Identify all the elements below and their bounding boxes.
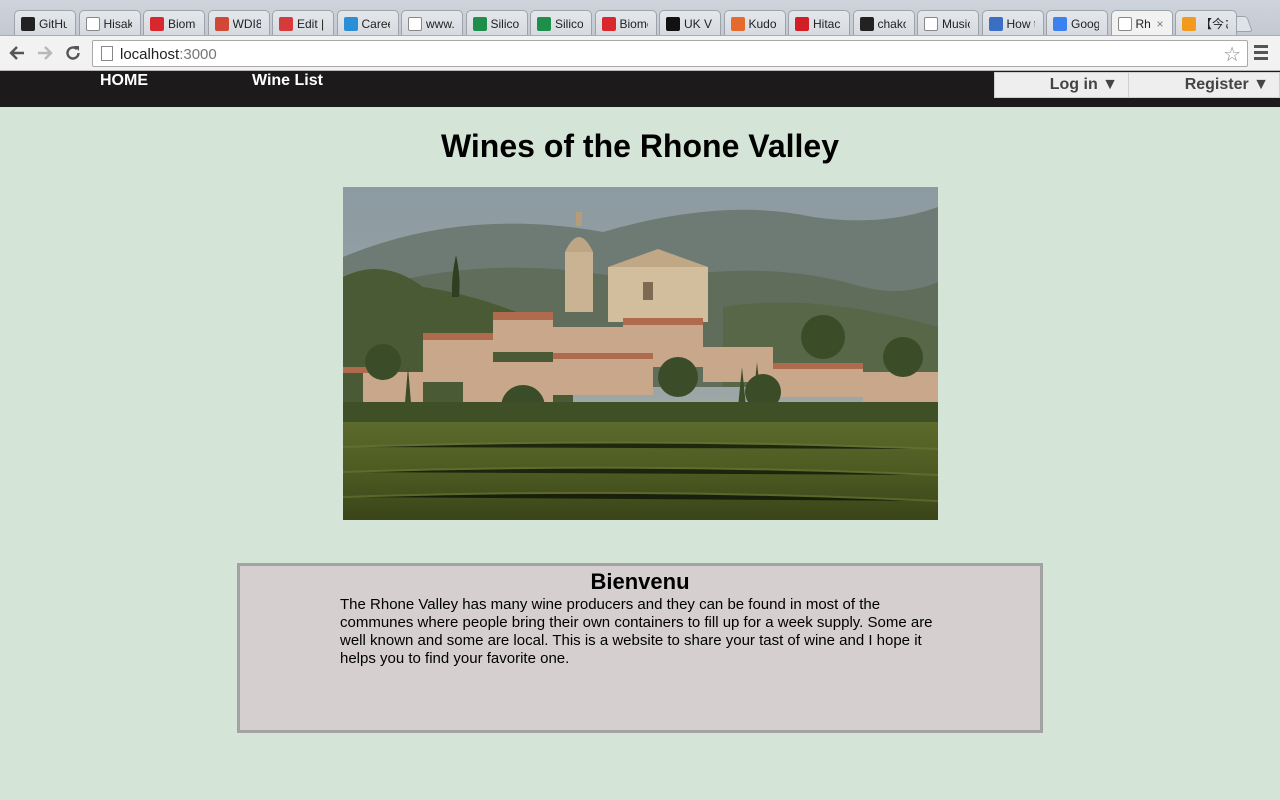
ukvi-icon — [666, 16, 680, 31]
browser-tab[interactable]: Rh × — [1110, 10, 1173, 35]
browser-tab[interactable]: Edit | — [272, 10, 334, 35]
page-icon — [924, 16, 938, 31]
browser-tab-label: Goog — [1071, 16, 1099, 31]
welcome-title: Bienvenu — [590, 569, 690, 594]
browser-tab[interactable]: Music — [917, 10, 979, 35]
browser-tab[interactable]: Goog — [1046, 10, 1108, 35]
browser-tab-label: www. — [426, 16, 454, 31]
hitachi-icon — [795, 16, 809, 31]
login-dropdown[interactable]: Log in ▼ — [994, 72, 1129, 98]
browser-tab[interactable]: Hitach — [788, 10, 850, 35]
browser-tab-label: Biome — [619, 16, 648, 31]
browser-tab-label: Rh — [1135, 17, 1151, 31]
url-text: localhost:3000 — [120, 46, 217, 63]
browser-tab[interactable]: Caree — [336, 10, 399, 35]
browser-tab[interactable]: Biome — [594, 10, 657, 35]
kudos-icon — [730, 16, 745, 31]
translate-icon — [1053, 16, 1067, 31]
browser-tab[interactable]: Silico — [530, 10, 592, 35]
browser-tab-label: How t — [1006, 16, 1035, 31]
browser-tab-label: UK Vi — [684, 16, 712, 31]
browser-tab[interactable]: Biome — [143, 10, 205, 35]
welcome-box: Bienvenu The Rhone Valley has many wine … — [237, 563, 1043, 733]
forward-arrow-icon — [38, 46, 53, 60]
page-icon — [101, 46, 113, 61]
register-dropdown[interactable]: Register ▼ — [1128, 72, 1280, 98]
browser-tab-label: GitHu — [39, 16, 67, 31]
browser-tab-label: Caree — [361, 16, 390, 31]
browser-tab-label: Silico — [555, 16, 583, 31]
page-icon — [408, 16, 422, 31]
ie-icon — [343, 16, 358, 31]
browser-tab[interactable]: How t — [981, 10, 1044, 35]
forward-button[interactable] — [34, 42, 56, 64]
gmail-icon — [214, 16, 229, 31]
browser-tab-label: Silico — [490, 16, 519, 31]
browser-tab[interactable]: Hisak — [78, 10, 141, 35]
blog-icon — [1182, 16, 1196, 31]
page-title: Wines of the Rhone Valley — [440, 128, 839, 164]
browser-tab[interactable]: WDI8 — [207, 10, 270, 35]
back-button[interactable] — [6, 42, 28, 64]
browser-tab-strip: GitHu Hisak Biome WDI8 Edit | Caree www. Silico… — [0, 0, 1280, 36]
browser-tab[interactable]: UK Vi — [659, 10, 721, 35]
monitor-icon — [988, 16, 1003, 31]
browser-tab-label: Edit | — [297, 16, 325, 31]
back-arrow-icon — [9, 46, 24, 60]
browser-tab-label: Hisak — [103, 16, 132, 31]
nav-home-link[interactable]: HOME — [100, 71, 148, 91]
address-bar[interactable]: localhost:3000 ☆ — [92, 40, 1248, 67]
browser-tab-label: Kudo — [748, 16, 777, 31]
rhone-village-photo — [343, 187, 938, 520]
browser-tab-label: Music — [942, 16, 970, 31]
browser-tab[interactable]: 【今さ — [1175, 10, 1237, 35]
browser-tab[interactable]: www. — [401, 10, 463, 35]
reload-button[interactable] — [62, 42, 84, 64]
browser-toolbar: localhost:3000 ☆ — [0, 36, 1280, 71]
page-icon — [85, 16, 100, 31]
edit-icon — [279, 16, 293, 31]
sheet-icon — [537, 16, 551, 31]
github-icon — [859, 16, 874, 31]
sheet-icon — [472, 16, 487, 31]
browser-tab[interactable]: chako — [852, 10, 915, 35]
browser-tab[interactable]: Silico — [465, 10, 528, 35]
bookmark-star-icon[interactable]: ☆ — [1223, 42, 1241, 67]
reload-icon — [66, 46, 80, 60]
close-tab-icon[interactable]: × — [1152, 17, 1163, 31]
welcome-text: The Rhone Valley has many wine producers… — [340, 596, 933, 667]
browser-tab-label: Biome — [168, 16, 196, 31]
chrome-menu-icon[interactable] — [1254, 45, 1268, 63]
browser-tab-label: 【今さ — [1200, 17, 1228, 31]
github-icon — [21, 16, 35, 31]
browser-tab[interactable]: GitHu — [14, 10, 76, 35]
page-icon — [1117, 17, 1132, 31]
biomed-icon — [150, 16, 164, 31]
nav-wine-list-link[interactable]: Wine List — [252, 71, 323, 91]
browser-tab-label: chako — [877, 16, 906, 31]
browser-tab[interactable]: Kudo — [723, 10, 786, 35]
browser-tab-label: WDI8 — [232, 16, 261, 31]
site-nav-bar: HOME Wine List Log in ▼ Register ▼ — [0, 71, 1280, 107]
biomed-icon — [601, 16, 616, 31]
browser-tab-label: Hitach — [813, 16, 841, 31]
